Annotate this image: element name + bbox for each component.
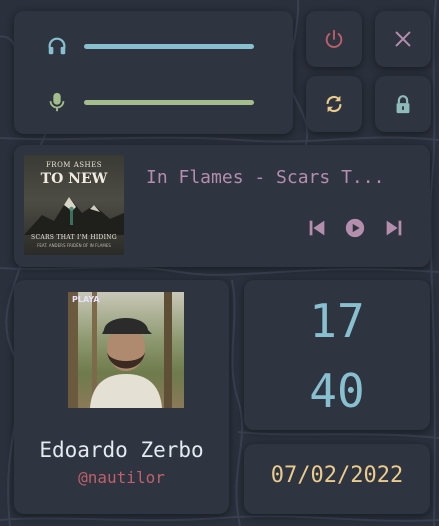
volume-slider[interactable]: [84, 44, 254, 49]
refresh-button[interactable]: [306, 76, 362, 132]
volume-slider-fill: [84, 44, 254, 49]
headphones-icon: [48, 37, 66, 55]
avatar-photo: [68, 292, 172, 408]
lock-button[interactable]: [375, 76, 431, 132]
avatar: PLAYA: [68, 292, 184, 408]
power-icon: [325, 29, 343, 48]
album-feat: FEAT. ANDERS FRIDÉN OF IN FLAMES: [37, 243, 111, 248]
profile-name: Edoardo Zerbo: [39, 438, 204, 462]
date-text: 07/02/2022: [270, 463, 404, 488]
previous-icon[interactable]: [306, 217, 328, 239]
album-cover: FROM ASHES TO NEW SCARS THAT I'M HIDING …: [24, 155, 124, 255]
album-mountain-art: [24, 197, 124, 235]
clock-card: 17 40: [244, 280, 430, 430]
profile-handle[interactable]: @nautilor: [14, 468, 229, 487]
album-song-title: SCARS THAT I'M HIDING: [31, 234, 117, 241]
close-button[interactable]: [375, 11, 431, 67]
refresh-icon: [326, 95, 342, 113]
close-icon: [395, 31, 411, 47]
volume-row: [14, 31, 293, 61]
play-icon[interactable]: [344, 217, 366, 239]
avatar-tag: PLAYA: [72, 295, 100, 304]
audio-sliders-card: [14, 11, 293, 134]
power-button[interactable]: [306, 11, 362, 67]
profile-card: PLAYA Edoardo Zerbo @nautilor: [14, 280, 229, 514]
clock-hours: 17: [309, 294, 365, 348]
clock-minutes: 40: [309, 364, 365, 418]
microphone-row: [14, 87, 293, 117]
next-icon[interactable]: [383, 217, 405, 239]
date-card: 07/02/2022: [244, 444, 430, 514]
music-player-card: FROM ASHES TO NEW SCARS THAT I'M HIDING …: [14, 145, 430, 267]
album-band-top: FROM ASHES: [45, 161, 103, 169]
lock-icon: [396, 95, 410, 114]
track-title: In Flames - Scars T...: [146, 167, 385, 188]
microphone-slider[interactable]: [84, 100, 254, 105]
microphone-slider-fill: [84, 100, 254, 105]
microphone-icon: [49, 92, 65, 112]
